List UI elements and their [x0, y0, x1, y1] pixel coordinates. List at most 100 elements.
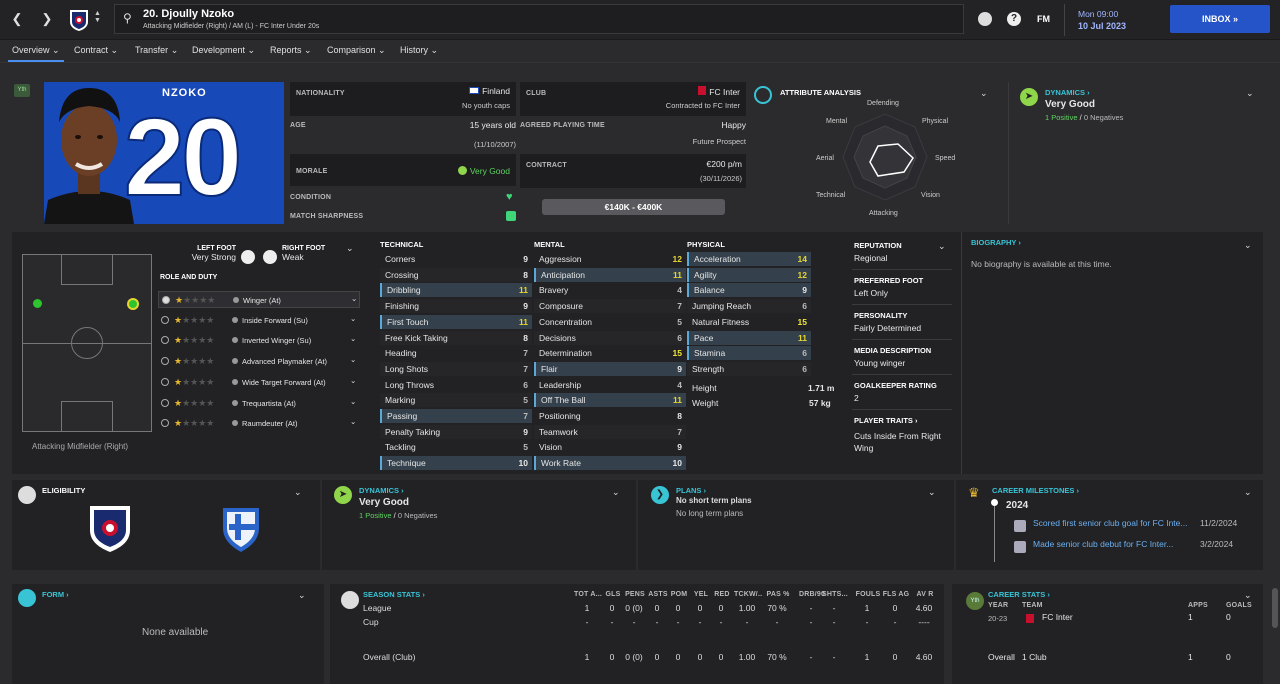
physical-attribute-row[interactable]: Acceleration 14: [687, 252, 811, 266]
chevron-down-icon[interactable]: ⌄: [612, 487, 620, 498]
physical-attribute-row[interactable]: Strength 6: [687, 361, 811, 376]
chevron-down-icon[interactable]: ⌄: [346, 243, 354, 254]
nationality-card[interactable]: NATIONALITY Finland No youth caps: [290, 82, 516, 116]
role-row[interactable]: ★★★★★ Inverted Winger (Su) ⌄: [158, 332, 360, 349]
dynamics-link[interactable]: DYNAMICS ›: [1045, 88, 1090, 97]
morale-card[interactable]: MORALE Very Good: [290, 154, 516, 186]
tab-overview[interactable]: Overview ⌄: [12, 45, 60, 56]
tab-reports[interactable]: Reports ⌄: [270, 45, 312, 56]
tab-history[interactable]: History ⌄: [400, 45, 438, 56]
technical-attribute-row[interactable]: Dribbling 11: [380, 283, 532, 298]
bug-report-icon[interactable]: [978, 12, 992, 26]
club-card[interactable]: CLUB FC Inter Contracted to FC Inter: [520, 82, 746, 116]
milestones-link[interactable]: CAREER MILESTONES ›: [992, 486, 1079, 495]
role-row[interactable]: ★★★★★ Raumdeuter (At) ⌄: [158, 415, 360, 432]
tab-contract[interactable]: Contract ⌄: [74, 45, 118, 56]
role-radio[interactable]: [161, 357, 169, 366]
role-radio[interactable]: [161, 419, 169, 428]
mental-attribute-row[interactable]: Determination 15: [534, 346, 686, 360]
mental-attribute-row[interactable]: Vision 9: [534, 440, 686, 454]
milestone-text[interactable]: Made senior club debut for FC Inter...: [1033, 539, 1173, 549]
mental-attribute-row[interactable]: Anticipation 11: [534, 267, 686, 282]
physical-attribute-row[interactable]: Natural Fitness 15: [687, 315, 811, 329]
mental-attribute-row[interactable]: Teamwork 7: [534, 424, 686, 439]
physical-attribute-row[interactable]: Pace 11: [687, 330, 811, 345]
chevron-down-icon[interactable]: ⌄: [350, 393, 356, 410]
tab-comparison[interactable]: Comparison ⌄: [327, 45, 386, 56]
biography-link[interactable]: BIOGRAPHY ›: [971, 238, 1021, 247]
back-icon[interactable]: ❮: [8, 10, 26, 28]
club-arrows-icon[interactable]: ▲ ▼: [94, 10, 101, 24]
role-row[interactable]: ★★★★★ Trequartista (At) ⌄: [158, 395, 360, 412]
technical-attribute-row[interactable]: Penalty Taking 9: [380, 424, 532, 439]
career-stats-link[interactable]: CAREER STATS ›: [988, 590, 1050, 599]
technical-attribute-row[interactable]: Tackling 5: [380, 440, 532, 454]
chevron-down-icon[interactable]: ⌄: [938, 241, 946, 252]
season-stats-link[interactable]: SEASON STATS ›: [363, 590, 425, 599]
chevron-down-icon[interactable]: ⌄: [1244, 240, 1252, 251]
position-dot-left[interactable]: [33, 299, 42, 308]
mental-attribute-row[interactable]: Work Rate 10: [534, 456, 686, 471]
technical-attribute-row[interactable]: Technique 10: [380, 456, 532, 471]
help-icon[interactable]: ?: [1007, 12, 1021, 26]
chevron-down-icon[interactable]: ⌄: [350, 330, 356, 347]
tab-transfer[interactable]: Transfer ⌄: [135, 45, 178, 56]
chevron-down-icon[interactable]: ⌄: [351, 290, 357, 307]
search-bar[interactable]: ⚲ 20. Djoully Nzoko Attacking Midfielder…: [114, 4, 964, 34]
technical-attribute-row[interactable]: Free Kick Taking 8: [380, 330, 532, 345]
position-dot-right[interactable]: [127, 298, 139, 310]
role-radio[interactable]: [161, 315, 169, 324]
tab-development[interactable]: Development ⌄: [192, 45, 255, 56]
mental-attribute-row[interactable]: Decisions 6: [534, 330, 686, 345]
club-crest-icon[interactable]: [68, 8, 90, 32]
technical-attribute-row[interactable]: Crossing 8: [380, 267, 532, 282]
role-radio[interactable]: [161, 336, 169, 345]
forward-icon[interactable]: ❯: [38, 10, 56, 28]
inbox-button[interactable]: INBOX »: [1170, 5, 1270, 33]
role-radio[interactable]: [161, 377, 169, 386]
technical-attribute-row[interactable]: Long Throws 6: [380, 378, 532, 392]
role-row[interactable]: ★★★★★ Inside Forward (Su) ⌄: [158, 312, 360, 329]
chevron-down-icon[interactable]: ⌄: [350, 372, 356, 389]
technical-attribute-row[interactable]: Long Shots 7: [380, 361, 532, 376]
technical-attribute-row[interactable]: Heading 7: [380, 346, 532, 360]
physical-attribute-row[interactable]: Balance 9: [687, 283, 811, 298]
chevron-down-icon[interactable]: ⌄: [928, 487, 936, 498]
mental-attribute-row[interactable]: Composure 7: [534, 299, 686, 314]
mental-attribute-row[interactable]: Concentration 5: [534, 315, 686, 329]
dynamics-link[interactable]: DYNAMICS ›: [359, 486, 404, 495]
technical-attribute-row[interactable]: Corners 9: [380, 252, 532, 266]
chevron-down-icon[interactable]: ⌄: [294, 487, 302, 498]
scrollbar[interactable]: [1272, 588, 1278, 628]
role-row[interactable]: ★★★★★ Wide Target Forward (At) ⌄: [158, 374, 360, 391]
physical-attribute-row[interactable]: Stamina 6: [687, 346, 811, 361]
mental-attribute-row[interactable]: Leadership 4: [534, 378, 686, 392]
role-radio[interactable]: [162, 296, 170, 304]
form-link[interactable]: FORM ›: [42, 590, 69, 599]
plans-link[interactable]: PLANS ›: [676, 486, 706, 495]
chevron-down-icon[interactable]: ⌄: [350, 413, 356, 430]
value-bar[interactable]: €140K - €400K: [542, 199, 725, 215]
chevron-down-icon[interactable]: ⌄: [980, 88, 988, 99]
position-pitch[interactable]: [22, 254, 152, 432]
date-panel[interactable]: Mon 09:00 10 Jul 2023: [1064, 4, 1164, 36]
fm-menu[interactable]: FM: [1037, 14, 1050, 24]
mental-attribute-row[interactable]: Aggression 12: [534, 252, 686, 266]
technical-attribute-row[interactable]: Finishing 9: [380, 299, 532, 314]
mental-attribute-row[interactable]: Off The Ball 11: [534, 393, 686, 408]
chevron-down-icon[interactable]: ⌄: [350, 351, 356, 368]
milestone-text[interactable]: Scored first senior club goal for FC Int…: [1033, 518, 1187, 528]
mental-attribute-row[interactable]: Bravery 4: [534, 283, 686, 297]
technical-attribute-row[interactable]: First Touch 11: [380, 314, 532, 329]
role-radio[interactable]: [161, 398, 169, 407]
mental-attribute-row[interactable]: Flair 9: [534, 361, 686, 376]
role-row[interactable]: ★★★★★ Advanced Playmaker (At) ⌄: [158, 353, 360, 370]
physical-attribute-row[interactable]: Jumping Reach 6: [687, 299, 811, 314]
chevron-down-icon[interactable]: ⌄: [1244, 590, 1252, 601]
contract-card[interactable]: CONTRACT €200 p/m (30/11/2026): [520, 154, 746, 188]
chevron-down-icon[interactable]: ⌄: [350, 310, 356, 327]
chevron-down-icon[interactable]: ⌄: [1246, 88, 1254, 99]
technical-attribute-row[interactable]: Marking 5: [380, 393, 532, 408]
chevron-down-icon[interactable]: ⌄: [1244, 487, 1252, 498]
technical-attribute-row[interactable]: Passing 7: [380, 409, 532, 423]
